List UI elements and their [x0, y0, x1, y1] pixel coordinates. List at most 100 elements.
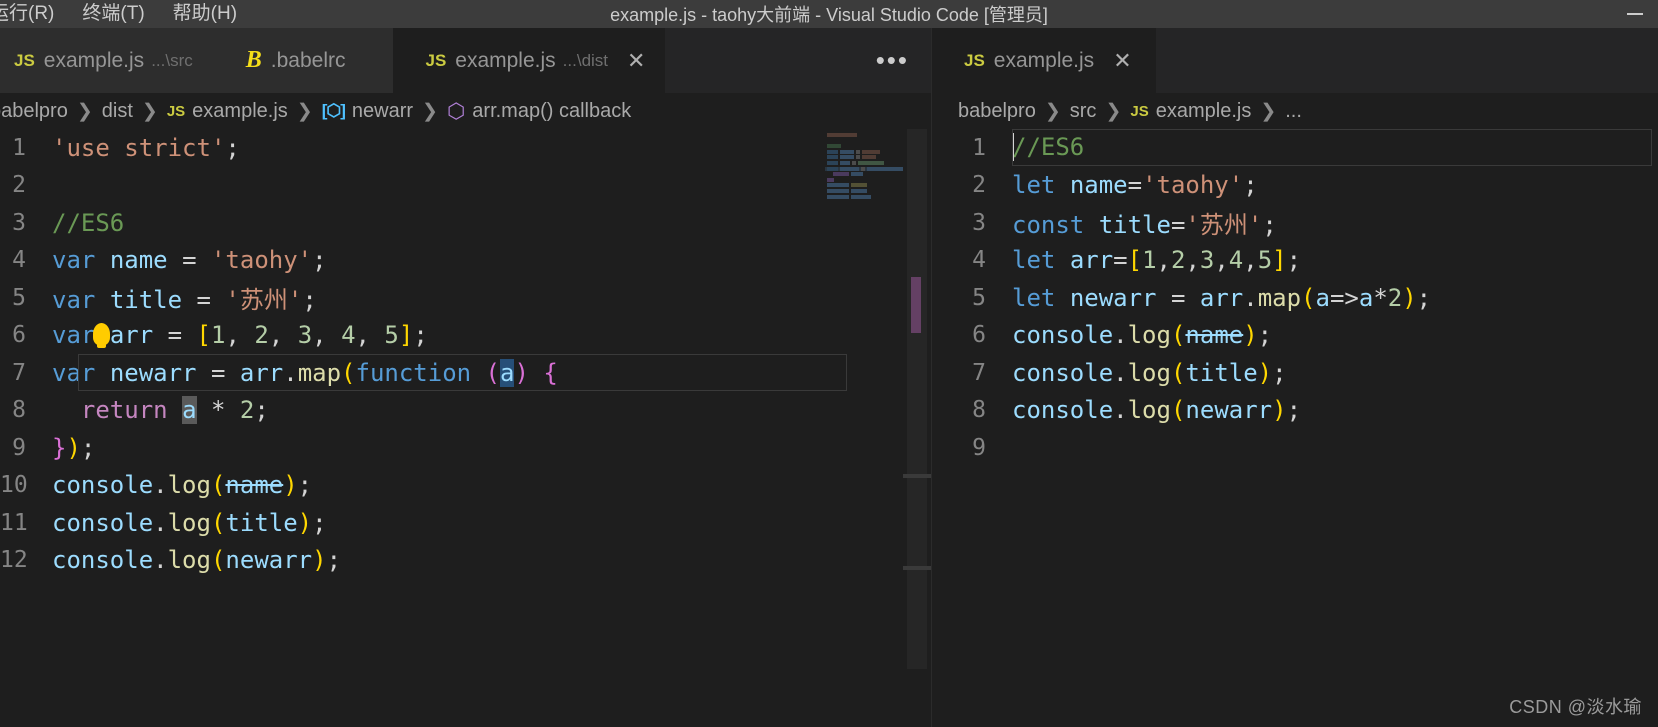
breadcrumb-item-example-js[interactable]: JS example.js: [1130, 100, 1251, 123]
code-line: 5 var title = '苏州';: [0, 279, 931, 317]
line-number: 10: [0, 472, 28, 499]
editor-group-left: JS example.js ...\src B .babelrc JS exam…: [0, 28, 932, 727]
breadcrumb-right: babelpro ❯ src ❯ JS example.js ❯ ...: [932, 93, 1658, 129]
line-number: 12: [0, 547, 28, 574]
close-icon[interactable]: ✕: [627, 49, 645, 72]
breadcrumb-item-dist[interactable]: dist: [102, 100, 133, 123]
lightbulb-quickfix-icon[interactable]: [93, 322, 110, 348]
code-line: 4 var name = 'taohy';: [0, 242, 931, 280]
tab-bar-right: JS example.js ✕: [932, 28, 1658, 93]
breadcrumb-item-babelpro[interactable]: babelpro: [958, 100, 1036, 123]
breadcrumb-item-babelpro[interactable]: babelpro: [0, 100, 68, 123]
title-bar: 运行(R) 终端(T) 帮助(H) example.js - taohy大前端 …: [0, 0, 1658, 28]
code-line: 11 console.log(title);: [0, 504, 931, 542]
menu-item-help[interactable]: 帮助(H): [159, 0, 251, 28]
code-line: 5 let newarr = arr.map(a=>a*2);: [932, 279, 1658, 317]
line-content: console.log(title);: [1012, 358, 1287, 387]
breadcrumb-label: arr.map() callback: [472, 99, 632, 122]
editor-group-right: JS example.js ✕ babelpro ❯ src ❯ JS exam…: [932, 28, 1658, 727]
line-content: var title = '苏州';: [52, 286, 317, 315]
menu-item-run-label: 运行(R): [0, 3, 55, 24]
window-minimize-button[interactable]: [1612, 0, 1658, 28]
variable-symbol-icon: [⬡]: [321, 101, 346, 120]
line-number: 3: [12, 209, 26, 236]
tab-description: ...\src: [151, 50, 193, 70]
code-line: 3 const title='苏州';: [932, 204, 1658, 242]
menu-item-help-label: 帮助(H): [172, 3, 238, 24]
breadcrumb-item-src[interactable]: src: [1070, 100, 1097, 123]
js-file-icon: JS: [1130, 102, 1149, 120]
tab-bar-filler: •••: [665, 28, 931, 93]
babel-file-icon: B: [245, 47, 262, 73]
menu-item-run[interactable]: 运行(R): [0, 0, 68, 28]
breadcrumb-label: src: [1069, 99, 1097, 122]
breadcrumb-label: newarr: [351, 99, 414, 122]
editor-scrollbar-left[interactable]: [903, 129, 931, 727]
line-number: 11: [0, 509, 28, 536]
line-content: var name = 'taohy';: [52, 246, 327, 275]
line-number: 7: [12, 359, 26, 386]
code-line: 6 console.log(name);: [932, 317, 1658, 355]
line-number: 2: [12, 172, 26, 199]
code-editor-left[interactable]: 1 'use strict'; 2 3 //ES6 4 var name = '…: [0, 129, 931, 727]
js-file-icon: JS: [166, 102, 186, 120]
line-content: let arr=[1,2,3,4,5];: [1012, 246, 1302, 275]
breadcrumb-item-newarr[interactable]: [⬡] newarr: [322, 100, 413, 123]
code-line: 9: [932, 429, 1658, 467]
line-content: console.log(name);: [52, 471, 313, 500]
line-content: console.log(name);: [1012, 321, 1273, 350]
chevron-right-icon: ❯: [1260, 100, 1277, 122]
close-icon[interactable]: ✕: [1113, 49, 1131, 72]
code-line: 8 return a * 2;: [0, 392, 931, 430]
chevron-right-icon: ❯: [1105, 100, 1122, 122]
js-file-icon: JS: [14, 50, 35, 70]
breadcrumb-item-callback[interactable]: ⬡ arr.map() callback: [447, 100, 631, 123]
line-number: 1: [12, 134, 26, 161]
code-line: 4 let arr=[1,2,3,4,5];: [932, 242, 1658, 280]
line-number: 8: [12, 397, 26, 424]
code-line: 10 console.log(name);: [0, 467, 931, 505]
chevron-right-icon: ❯: [1044, 100, 1061, 122]
breadcrumb-label: babelpro: [0, 99, 68, 122]
line-content: console.log(newarr);: [52, 546, 342, 575]
watermark: CSDN @淡水瑜: [1509, 697, 1642, 717]
line-number: 7: [972, 359, 986, 386]
tab-example-js-dist[interactable]: JS example.js ...\dist ✕: [393, 28, 666, 93]
line-content: //ES6: [1012, 133, 1085, 162]
editor-groups: JS example.js ...\src B .babelrc JS exam…: [0, 28, 1658, 727]
code-lines-right: 1 //ES6 2 let name='taohy'; 3 const titl…: [932, 129, 1658, 467]
line-number: 3: [972, 209, 986, 236]
tab-babelrc[interactable]: B .babelrc: [209, 28, 394, 93]
line-content: console.log(title);: [52, 508, 327, 537]
minimize-icon: [1627, 13, 1643, 15]
editor-more-actions-button[interactable]: •••: [876, 28, 909, 93]
line-number: 6: [12, 322, 26, 349]
js-file-icon: JS: [425, 50, 447, 70]
line-content: 'use strict';: [52, 133, 240, 162]
chevron-right-icon: ❯: [422, 100, 438, 122]
tab-bar-filler: [1155, 28, 1658, 93]
menu-item-terminal[interactable]: 终端(T): [68, 0, 158, 28]
line-content: //ES6: [52, 208, 125, 237]
text-cursor: [1012, 133, 1014, 162]
tab-label: example.js: [993, 48, 1095, 72]
breadcrumb-item-ellipsis[interactable]: ...: [1285, 100, 1302, 123]
breadcrumb-item-example-js[interactable]: JS example.js: [167, 100, 288, 123]
chevron-right-icon: ❯: [296, 100, 313, 122]
tab-label: .babelrc: [270, 48, 346, 72]
code-editor-right[interactable]: 1 //ES6 2 let name='taohy'; 3 const titl…: [932, 129, 1658, 727]
tab-label: example.js: [43, 48, 145, 72]
code-line: 12 console.log(newarr);: [0, 542, 931, 580]
tab-example-js-src-active[interactable]: JS example.js ✕: [932, 28, 1156, 93]
code-line: 6 var arr = [1, 2, 3, 4, 5];: [0, 317, 931, 355]
code-line: 8 console.log(newarr);: [932, 392, 1658, 430]
chevron-right-icon: ❯: [76, 100, 93, 122]
scrollbar-thumb[interactable]: [907, 129, 927, 669]
code-line: 7 console.log(title);: [932, 354, 1658, 392]
code-line: 9 });: [0, 429, 931, 467]
code-lines-left: 1 'use strict'; 2 3 //ES6 4 var name = '…: [0, 129, 931, 579]
line-highlight-border: [1012, 129, 1652, 166]
tab-example-js-src[interactable]: JS example.js ...\src: [0, 28, 210, 93]
code-line: 2 let name='taohy';: [932, 167, 1658, 205]
line-number: 6: [972, 322, 986, 349]
